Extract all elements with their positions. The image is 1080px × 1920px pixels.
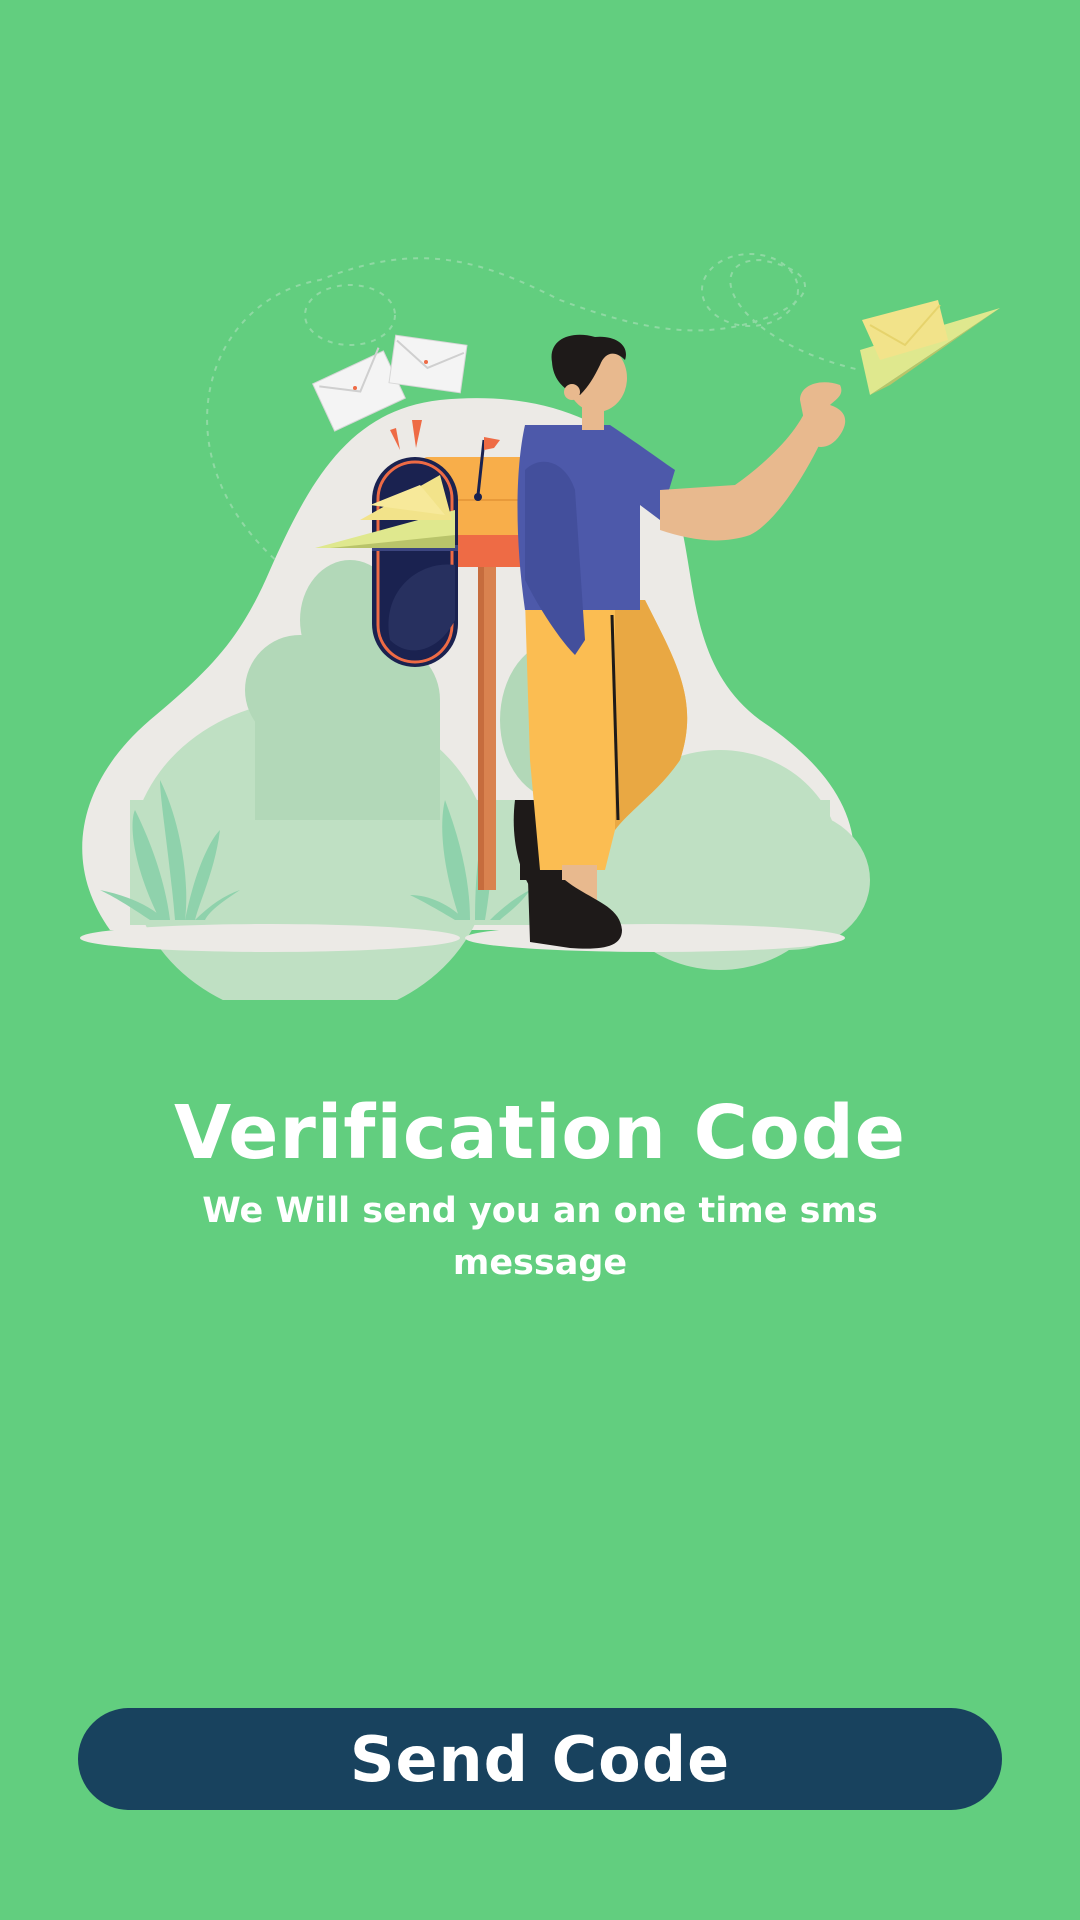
page-title: Verification Code — [174, 1090, 906, 1176]
ground — [80, 924, 460, 952]
send-code-button[interactable]: Send Code — [78, 1708, 1002, 1810]
page-subtitle: We Will send you an one time sms message — [202, 1191, 878, 1283]
mailbox-illustration — [80, 253, 1000, 1000]
paper-plane-icon — [860, 300, 1000, 395]
